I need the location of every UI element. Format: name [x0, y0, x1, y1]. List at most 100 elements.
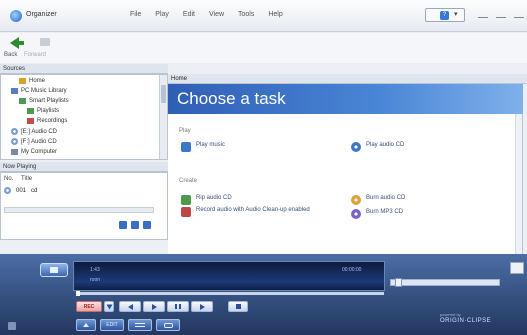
help-icon: ?: [440, 11, 449, 20]
main-scrollbar[interactable]: [515, 114, 522, 254]
chevron-down-icon: [106, 304, 112, 309]
seek-handle[interactable]: [76, 291, 80, 296]
lcd-elapsed-time: 00:00:00: [342, 267, 362, 273]
tree-item-recordings[interactable]: Recordings: [27, 118, 67, 124]
mini-mode-icon[interactable]: [40, 263, 68, 277]
shuffle-playlist-icon[interactable]: [143, 221, 151, 229]
record-options-button[interactable]: [104, 301, 114, 312]
forward-arrow-icon[interactable]: [40, 38, 50, 46]
resize-grip-icon[interactable]: [8, 322, 16, 330]
now-playing-header: Now Playing: [0, 162, 168, 172]
task-burn-audio-cd[interactable]: Burn audio CD: [351, 195, 405, 205]
next-button[interactable]: [191, 301, 213, 312]
menu-view[interactable]: View: [209, 11, 224, 18]
pause-button[interactable]: [167, 301, 189, 312]
record-button[interactable]: REC: [76, 301, 102, 312]
playlist-icon: [19, 98, 26, 104]
menu-tools[interactable]: Tools: [238, 11, 254, 18]
repeat-icon: [163, 322, 173, 328]
back-arrow-icon[interactable]: [10, 37, 24, 49]
seek-bar[interactable]: [76, 291, 384, 296]
close-playlist-icon[interactable]: [119, 221, 127, 229]
eject-icon: [83, 323, 89, 327]
sources-scrollbar[interactable]: [159, 75, 167, 159]
section-play-label: Play: [179, 128, 191, 134]
close-button[interactable]: [514, 12, 524, 18]
player-display: 1:43 roon 00:00:00: [73, 261, 385, 291]
tree-item-e-audio-cd[interactable]: [E:] Audio CD: [11, 128, 57, 135]
eject-button[interactable]: [76, 319, 96, 331]
menu-file[interactable]: File: [130, 11, 141, 18]
page-title: Choose a task: [177, 89, 286, 108]
maximize-button[interactable]: [496, 12, 506, 18]
brand-subtitle: powered by: [440, 312, 461, 317]
brand-logo: ORIGIN·CLIPSE: [440, 318, 492, 324]
tree-item-my-computer[interactable]: My Computer: [11, 149, 57, 155]
library-icon: [11, 88, 18, 94]
computer-icon: [11, 149, 18, 155]
menu-help[interactable]: Help: [268, 11, 282, 18]
column-header-title[interactable]: Title: [21, 176, 32, 182]
next-icon: [199, 303, 205, 310]
play-button[interactable]: [143, 301, 165, 312]
sources-tree: Home PC Music Library Smart Playlists Pl…: [0, 74, 168, 160]
task-record-audio[interactable]: Record audio with Audio Clean-up enabled: [181, 207, 311, 217]
window-controls: [478, 12, 524, 18]
audio-cd-icon: [351, 142, 361, 152]
rip-icon: [181, 195, 191, 205]
lcd-track-name: roon: [90, 277, 101, 283]
tree-item-pc-music-library[interactable]: PC Music Library: [11, 88, 67, 94]
tree-item-home[interactable]: Home: [19, 78, 45, 84]
volume-knob[interactable]: [395, 278, 402, 287]
scrollbar-thumb[interactable]: [161, 85, 166, 103]
task-panel: Choose a task Play Play music Play audio…: [168, 84, 523, 254]
tree-item-playlists[interactable]: Playlists: [27, 108, 59, 114]
now-playing-list: No. Title 001 cd: [0, 172, 168, 240]
shuffle-button[interactable]: [128, 319, 152, 331]
navigation-toolbar: Back Forward: [0, 33, 527, 63]
task-rip-audio-cd[interactable]: Rip audio CD: [181, 195, 232, 205]
minimize-button[interactable]: [478, 12, 488, 18]
cd-icon: [11, 128, 18, 135]
title-bar: Organizer File Play Edit View Tools Help…: [0, 0, 527, 32]
table-row[interactable]: 001 cd: [4, 187, 37, 194]
edit-button[interactable]: EDIT: [100, 319, 124, 331]
lcd-track-time: 1:43: [90, 267, 100, 273]
music-icon: [181, 142, 191, 152]
stop-button[interactable]: [228, 301, 248, 312]
playlist-icon: [27, 108, 34, 114]
chevron-down-icon: ▾: [454, 11, 458, 18]
repeat-button[interactable]: [156, 319, 180, 331]
task-play-audio-cd[interactable]: Play audio CD: [351, 142, 404, 152]
column-header-no[interactable]: No.: [4, 176, 13, 182]
record-icon: [181, 207, 191, 217]
task-banner: Choose a task: [168, 84, 523, 114]
tree-item-smart-playlists[interactable]: Smart Playlists: [19, 98, 69, 104]
track-icon: [4, 187, 11, 194]
task-play-music[interactable]: Play music: [181, 142, 225, 152]
volume-slider[interactable]: [390, 278, 500, 287]
now-playing-scrollbar[interactable]: [4, 207, 154, 213]
previous-button[interactable]: [119, 301, 141, 312]
help-dropdown[interactable]: ? ▾: [425, 8, 465, 22]
burn-cd-icon: [351, 195, 361, 205]
home-icon: [19, 78, 26, 84]
tree-item-f-audio-cd[interactable]: [F:] Audio CD: [11, 138, 57, 145]
previous-icon: [127, 303, 133, 310]
menu-edit[interactable]: Edit: [183, 11, 195, 18]
forward-button-label[interactable]: Forward: [24, 52, 46, 58]
pause-icon: [175, 304, 181, 309]
back-button-label[interactable]: Back: [4, 52, 17, 58]
app-title: Organizer: [26, 11, 57, 18]
stop-icon: [235, 304, 241, 309]
now-playing-buttons: [119, 221, 151, 229]
task-burn-mp3-cd[interactable]: Burn MP3 CD: [351, 209, 403, 219]
shuffle-icon: [135, 323, 145, 327]
cd-icon: [11, 138, 18, 145]
play-icon: [151, 303, 157, 310]
menu-play[interactable]: Play: [155, 11, 169, 18]
panel-toggle-button[interactable]: [510, 262, 524, 274]
main-header: Home: [168, 74, 527, 84]
recording-icon: [27, 118, 34, 124]
save-playlist-icon[interactable]: [131, 221, 139, 229]
